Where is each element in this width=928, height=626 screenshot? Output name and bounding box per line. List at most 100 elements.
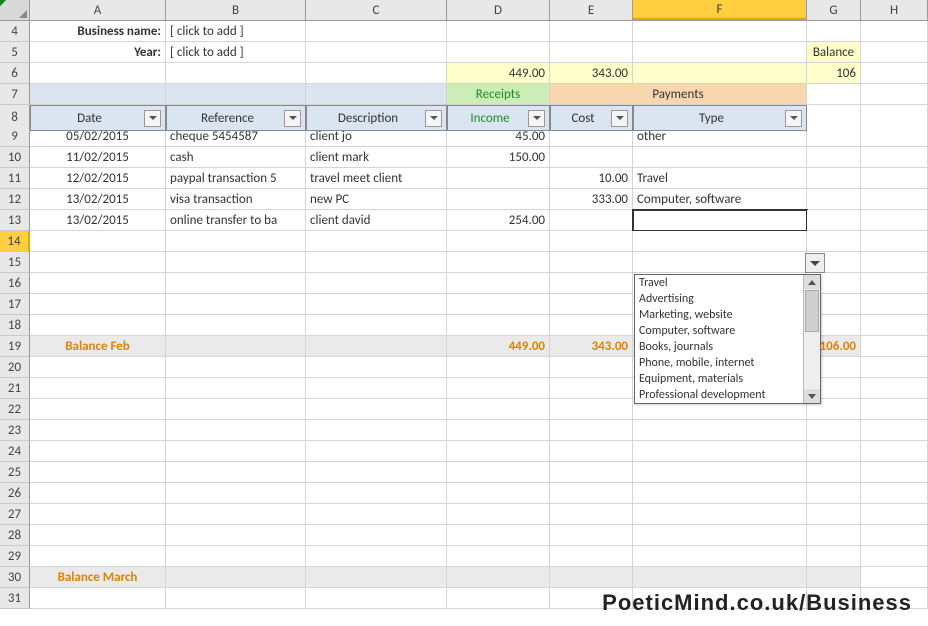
- entry-cost[interactable]: [550, 210, 633, 231]
- cell[interactable]: [447, 294, 550, 315]
- cell[interactable]: [807, 441, 861, 462]
- cell[interactable]: [550, 483, 633, 504]
- cell[interactable]: [447, 588, 550, 609]
- col-E[interactable]: E: [550, 0, 633, 20]
- cell[interactable]: [166, 504, 306, 525]
- entry-type[interactable]: Travel: [633, 168, 807, 189]
- row-header[interactable]: 11: [0, 168, 30, 189]
- cell[interactable]: [861, 168, 928, 189]
- row-header[interactable]: 13: [0, 210, 30, 231]
- dropdown-item[interactable]: Equipment, materials: [635, 371, 820, 387]
- cell[interactable]: [633, 546, 807, 567]
- cell[interactable]: [861, 567, 928, 588]
- cell[interactable]: [30, 63, 166, 84]
- cell[interactable]: [166, 420, 306, 441]
- cell[interactable]: [807, 126, 861, 147]
- cell[interactable]: [807, 462, 861, 483]
- cell[interactable]: [166, 525, 306, 546]
- row-header[interactable]: 23: [0, 420, 30, 441]
- cell[interactable]: [861, 84, 928, 105]
- row-header[interactable]: 18: [0, 315, 30, 336]
- cell[interactable]: [550, 420, 633, 441]
- entry-income[interactable]: [447, 168, 550, 189]
- filter-icon[interactable]: [284, 110, 301, 127]
- cell[interactable]: [166, 462, 306, 483]
- entry-type[interactable]: Computer, software: [633, 189, 807, 210]
- entry-cost[interactable]: 333.00: [550, 189, 633, 210]
- cell[interactable]: [861, 462, 928, 483]
- cell[interactable]: [861, 147, 928, 168]
- entry-cost[interactable]: [550, 147, 633, 168]
- header-reference[interactable]: Reference: [166, 105, 306, 131]
- row-header[interactable]: 9: [0, 126, 30, 147]
- cell[interactable]: [30, 462, 166, 483]
- entry-desc[interactable]: new PC: [306, 189, 447, 210]
- cell[interactable]: [306, 357, 447, 378]
- cell[interactable]: [807, 525, 861, 546]
- cell[interactable]: [30, 525, 166, 546]
- dropdown-item[interactable]: Professional development: [635, 387, 820, 403]
- cell[interactable]: [447, 546, 550, 567]
- active-cell[interactable]: [633, 210, 807, 231]
- cell[interactable]: [306, 462, 447, 483]
- cell[interactable]: [30, 294, 166, 315]
- cell[interactable]: [30, 483, 166, 504]
- cell[interactable]: [550, 441, 633, 462]
- cell[interactable]: [550, 42, 633, 63]
- filter-icon[interactable]: [528, 110, 545, 127]
- cell[interactable]: [166, 441, 306, 462]
- col-G[interactable]: G: [807, 0, 861, 20]
- cell[interactable]: [447, 420, 550, 441]
- cell[interactable]: [861, 294, 928, 315]
- row-header[interactable]: 25: [0, 462, 30, 483]
- cell[interactable]: [447, 42, 550, 63]
- cell[interactable]: [166, 588, 306, 609]
- cell[interactable]: [861, 21, 928, 42]
- header-cost[interactable]: Cost: [550, 105, 633, 131]
- cell[interactable]: [447, 357, 550, 378]
- cell[interactable]: [447, 315, 550, 336]
- col-F[interactable]: F: [633, 0, 807, 20]
- cell[interactable]: [447, 252, 550, 273]
- cell[interactable]: [861, 315, 928, 336]
- row-header[interactable]: 17: [0, 294, 30, 315]
- cell[interactable]: [166, 63, 306, 84]
- cell[interactable]: [166, 294, 306, 315]
- column-header-row[interactable]: A B C D E F G H: [0, 0, 928, 21]
- cell[interactable]: [306, 420, 447, 441]
- cell[interactable]: [30, 357, 166, 378]
- cell[interactable]: [30, 273, 166, 294]
- col-H[interactable]: H: [861, 0, 928, 20]
- cell[interactable]: [633, 21, 807, 42]
- col-D[interactable]: D: [447, 0, 550, 20]
- filter-icon[interactable]: [785, 110, 802, 127]
- scroll-down-icon[interactable]: [804, 389, 820, 403]
- cell[interactable]: [861, 504, 928, 525]
- cell[interactable]: [633, 567, 807, 588]
- cell[interactable]: [30, 504, 166, 525]
- cell[interactable]: [306, 42, 447, 63]
- cell[interactable]: [30, 420, 166, 441]
- entry-ref[interactable]: visa transaction: [166, 189, 306, 210]
- entry-type[interactable]: [633, 147, 807, 168]
- cell[interactable]: [306, 588, 447, 609]
- header-type[interactable]: Type: [633, 105, 807, 131]
- cell[interactable]: [807, 84, 861, 105]
- cell[interactable]: [166, 336, 306, 357]
- cell[interactable]: [166, 378, 306, 399]
- cell[interactable]: [550, 315, 633, 336]
- cell[interactable]: [550, 567, 633, 588]
- cell[interactable]: [633, 42, 807, 63]
- cell[interactable]: [861, 525, 928, 546]
- cell[interactable]: [861, 126, 928, 147]
- cell[interactable]: [30, 399, 166, 420]
- cell[interactable]: [550, 357, 633, 378]
- row-header[interactable]: 14: [0, 231, 30, 252]
- entry-date[interactable]: 12/02/2015: [30, 168, 166, 189]
- data-validation-arrow-icon[interactable]: [805, 253, 825, 273]
- row-header[interactable]: 30: [0, 567, 30, 588]
- dropdown-scrollbar[interactable]: [803, 275, 820, 403]
- row-header[interactable]: 4: [0, 21, 30, 42]
- dropdown-item[interactable]: Advertising: [635, 291, 820, 307]
- dropdown-item[interactable]: Phone, mobile, internet: [635, 355, 820, 371]
